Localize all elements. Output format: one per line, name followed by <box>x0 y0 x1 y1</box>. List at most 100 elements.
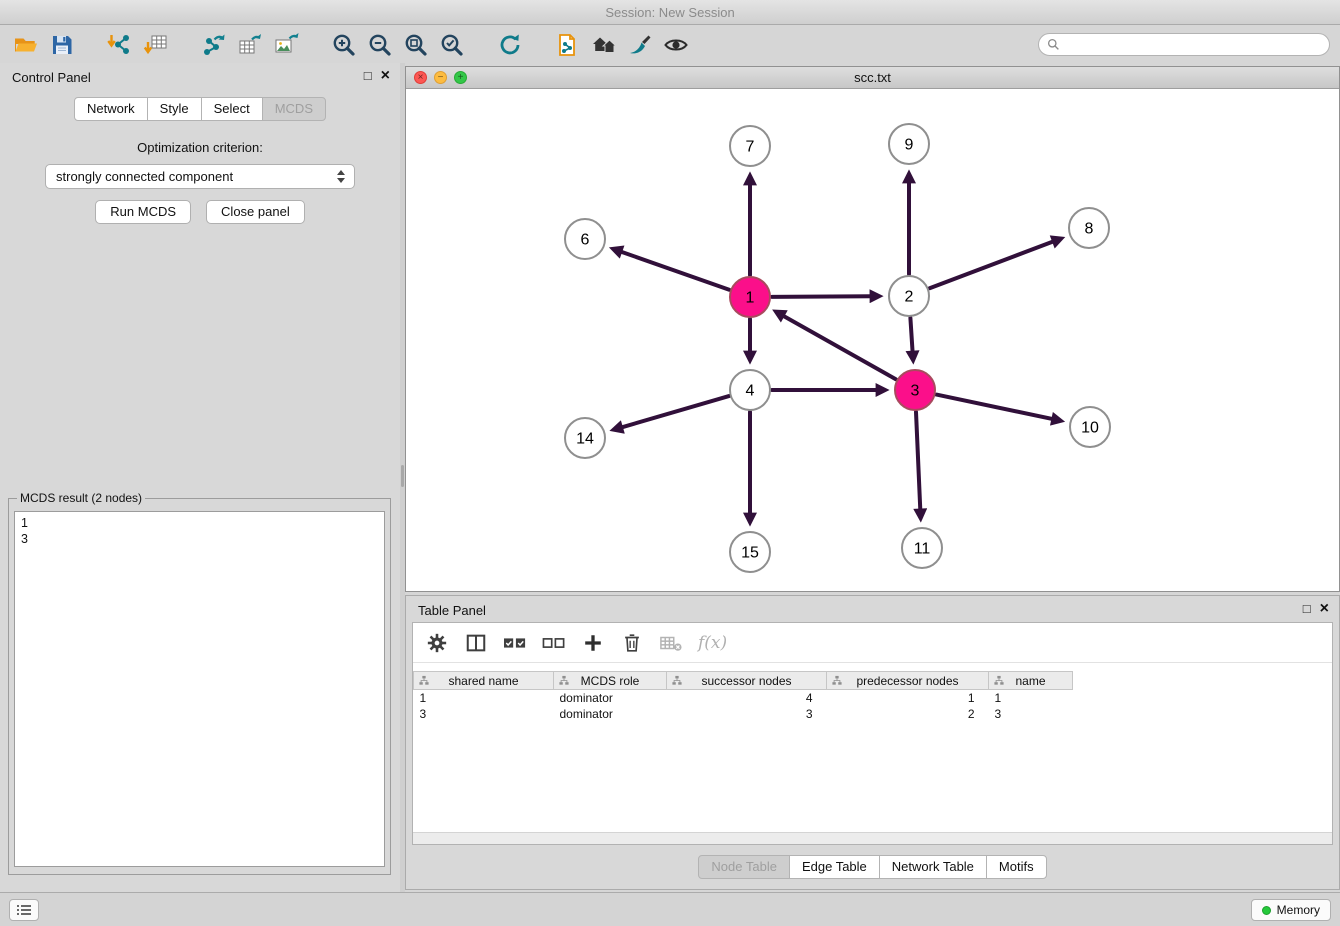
clipboard-network-button[interactable] <box>550 29 586 61</box>
close-panel-button-mcds[interactable]: Close panel <box>206 200 305 224</box>
horizontal-scrollbar[interactable] <box>413 832 1332 844</box>
optimization-criterion-select[interactable]: strongly connected component <box>45 164 355 189</box>
tab-node-table[interactable]: Node Table <box>698 855 790 879</box>
zoom-in-icon <box>331 32 357 58</box>
function-builder-button[interactable]: f(x) <box>698 630 727 656</box>
select-all-button[interactable] <box>503 630 527 656</box>
table-cell[interactable]: 4 <box>667 690 827 706</box>
main-toolbar <box>0 26 1340 63</box>
open-session-button[interactable] <box>8 29 44 61</box>
table-cell[interactable]: 3 <box>667 706 827 722</box>
node-11[interactable]: 11 <box>902 528 942 568</box>
table-cell[interactable]: 1 <box>989 690 1073 706</box>
close-table-panel-button[interactable]: × <box>1320 602 1329 616</box>
tab-mcds[interactable]: MCDS <box>262 97 326 121</box>
tab-network[interactable]: Network <box>74 97 148 121</box>
column-sort-icon[interactable] <box>994 675 1004 689</box>
table-cell[interactable]: 1 <box>827 690 989 706</box>
node-8[interactable]: 8 <box>1069 208 1109 248</box>
node-9[interactable]: 9 <box>889 124 929 164</box>
import-table-icon <box>143 32 169 58</box>
eye-button[interactable] <box>658 29 694 61</box>
edge-3-10[interactable] <box>937 395 1053 420</box>
zoom-out-button[interactable] <box>362 29 398 61</box>
float-table-panel-button[interactable]: □ <box>1303 601 1311 616</box>
edge-3-1[interactable] <box>783 316 896 380</box>
table-cell[interactable]: dominator <box>554 706 667 722</box>
column-sort-icon[interactable] <box>419 675 429 689</box>
column-header-predecessor-nodes[interactable]: predecessor nodes <box>827 672 989 690</box>
mcds-result-list[interactable]: 13 <box>14 511 385 867</box>
edge-4-14[interactable] <box>622 396 729 427</box>
column-sort-icon[interactable] <box>559 675 569 689</box>
application-window: Session: New Session <box>0 0 1340 926</box>
run-mcds-button[interactable]: Run MCDS <box>95 200 191 224</box>
window-maximize-button[interactable]: + <box>454 71 467 84</box>
export-image-button[interactable] <box>268 29 304 61</box>
tab-style[interactable]: Style <box>147 97 202 121</box>
table-cell[interactable]: 3 <box>414 706 554 722</box>
table-row[interactable]: 3dominator323 <box>414 706 1073 722</box>
add-row-button[interactable] <box>581 630 605 656</box>
zoom-fit-button[interactable] <box>398 29 434 61</box>
zoom-in-button[interactable] <box>326 29 362 61</box>
column-sort-icon[interactable] <box>672 675 682 689</box>
export-network-button[interactable] <box>196 29 232 61</box>
table-cell[interactable]: dominator <box>554 690 667 706</box>
table-cell[interactable]: 1 <box>414 690 554 706</box>
zoom-selected-button[interactable] <box>434 29 470 61</box>
edge-2-3[interactable] <box>910 318 912 352</box>
node-2[interactable]: 2 <box>889 276 929 316</box>
window-close-button[interactable]: × <box>414 71 427 84</box>
node-15[interactable]: 15 <box>730 532 770 572</box>
memory-label: Memory <box>1277 903 1320 917</box>
save-session-button[interactable] <box>44 29 80 61</box>
home-button[interactable] <box>586 29 622 61</box>
deselect-all-button[interactable] <box>542 630 566 656</box>
zoom-out-icon <box>367 32 393 58</box>
node-6[interactable]: 6 <box>565 219 605 259</box>
memory-button[interactable]: Memory <box>1251 899 1331 921</box>
show-panels-button[interactable] <box>9 899 39 921</box>
edge-2-8[interactable] <box>930 241 1054 288</box>
column-header-successor-nodes[interactable]: successor nodes <box>667 672 827 690</box>
close-panel-button[interactable]: × <box>381 69 390 83</box>
toolbar-group-session <box>8 29 80 61</box>
network-canvas[interactable]: 7 9 6 8 1 2 4 3 14 10 15 11 <box>406 89 1339 590</box>
node-1[interactable]: 1 <box>730 277 770 317</box>
import-network-button[interactable] <box>102 29 138 61</box>
export-table-button[interactable] <box>232 29 268 61</box>
paint-style-button[interactable] <box>622 29 658 61</box>
float-panel-button[interactable]: □ <box>364 68 372 83</box>
edge-1-2[interactable] <box>772 296 871 297</box>
tab-select[interactable]: Select <box>201 97 263 121</box>
node-14[interactable]: 14 <box>565 418 605 458</box>
column-header-shared-name[interactable]: shared name <box>414 672 554 690</box>
import-table-button[interactable] <box>138 29 174 61</box>
edge-3-11[interactable] <box>916 412 920 510</box>
table-cell[interactable]: 3 <box>989 706 1073 722</box>
edge-1-6[interactable] <box>621 252 729 290</box>
window-minimize-button[interactable]: − <box>434 71 447 84</box>
search-input[interactable] <box>1038 33 1330 56</box>
node-label: 2 <box>905 289 914 306</box>
node-7[interactable]: 7 <box>730 126 770 166</box>
node-3[interactable]: 3 <box>895 370 935 410</box>
delete-table-button[interactable] <box>659 630 683 656</box>
table-row[interactable]: 1dominator411 <box>414 690 1073 706</box>
tab-network-table[interactable]: Network Table <box>879 855 987 879</box>
column-sort-icon[interactable] <box>832 675 842 689</box>
refresh-button[interactable] <box>492 29 528 61</box>
tab-edge-table[interactable]: Edge Table <box>789 855 880 879</box>
node-10[interactable]: 10 <box>1070 407 1110 447</box>
delete-button[interactable] <box>620 630 644 656</box>
node-label: 10 <box>1081 420 1099 437</box>
fx-icon: f(x) <box>698 633 727 653</box>
column-header-mcds-role[interactable]: MCDS role <box>554 672 667 690</box>
table-settings-button[interactable] <box>425 630 449 656</box>
tab-motifs[interactable]: Motifs <box>986 855 1047 879</box>
node-4[interactable]: 4 <box>730 370 770 410</box>
show-columns-button[interactable] <box>464 630 488 656</box>
column-header-name[interactable]: name <box>989 672 1073 690</box>
table-cell[interactable]: 2 <box>827 706 989 722</box>
